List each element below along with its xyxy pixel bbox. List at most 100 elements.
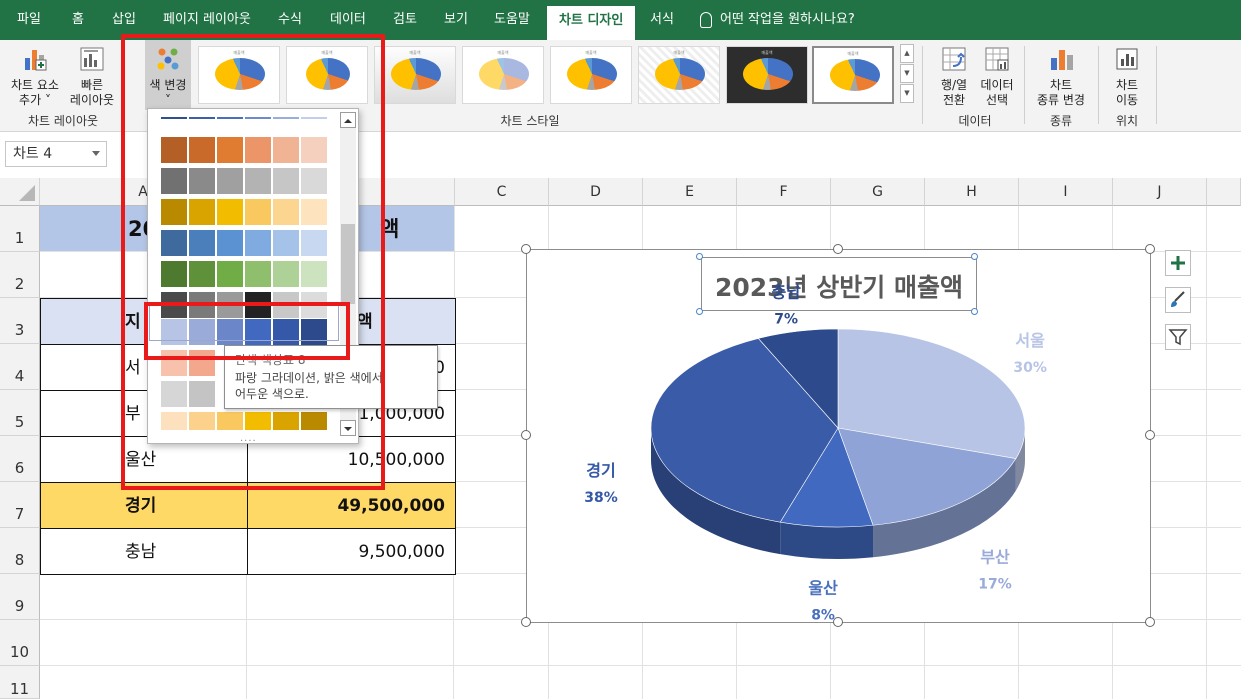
data-label-percent[interactable]: 17% [978, 576, 1012, 592]
separator [922, 46, 923, 124]
type-group-label: 종류 [1049, 114, 1073, 128]
column-header-e[interactable]: E [643, 178, 737, 206]
chart-style-8[interactable]: 매출액 [812, 46, 894, 104]
row-header-6[interactable]: 6 [0, 436, 40, 482]
more-icon[interactable]: ▼ [900, 84, 914, 103]
chart-filters-button[interactable] [1165, 324, 1191, 350]
scroll-down-icon[interactable]: ▼ [900, 64, 914, 83]
chart-style-3[interactable]: 매출액 [374, 46, 456, 104]
column-header-c[interactable]: C [455, 178, 549, 206]
cell-a8[interactable]: 충남 [40, 528, 248, 575]
annotation-red-box-outer [121, 34, 385, 490]
cell-b8[interactable]: 9,500,000 [247, 528, 456, 575]
column-header-d[interactable]: D [549, 178, 643, 206]
chart-styles-scroll[interactable]: ▲ ▼ ▼ [900, 44, 914, 104]
data-label-category[interactable]: 충남 [771, 282, 801, 301]
row-header-7[interactable]: 7 [0, 482, 40, 528]
row-header-1[interactable]: 1 [0, 206, 40, 252]
resize-handle[interactable] [1145, 617, 1155, 627]
add-chart-element-button[interactable]: 차트 요소 추가 ˅ [6, 46, 64, 108]
data-label-percent[interactable]: 30% [1013, 360, 1047, 376]
tab-view[interactable]: 보기 [444, 0, 468, 40]
scroll-up-icon[interactable]: ▲ [900, 44, 914, 63]
chart-styles-button[interactable] [1165, 287, 1191, 313]
title-handle[interactable] [971, 253, 978, 260]
tab-format[interactable]: 서식 [650, 0, 674, 40]
separator [1024, 46, 1025, 124]
data-label-category[interactable]: 경기 [586, 461, 615, 480]
resize-handle[interactable] [833, 244, 843, 254]
chart-style-4[interactable]: 매출액 [462, 46, 544, 104]
chart-style-7[interactable]: 매출액 [726, 46, 808, 104]
switch-label-1: 행/열 [940, 78, 968, 92]
name-box[interactable]: 차트 4 [5, 141, 107, 167]
quick-layout-button[interactable]: 빠른 레이아웃 [66, 46, 118, 108]
resize-handle[interactable] [1145, 244, 1155, 254]
column-header-next[interactable] [1207, 178, 1241, 206]
separator [1156, 46, 1157, 124]
move-chart-button[interactable]: 차트 이동 [1104, 46, 1150, 108]
cell-b7-text: 49,500,000 [337, 496, 445, 516]
data-label-category[interactable]: 부산 [980, 547, 1010, 566]
data-label-category[interactable]: 서울 [1015, 331, 1045, 350]
resize-handle[interactable] [833, 617, 843, 627]
empty-cells[interactable] [40, 574, 455, 699]
switch-row-column-icon [941, 46, 967, 72]
tab-chart-design[interactable]: 차트 디자인 [547, 6, 636, 40]
chevron-down-icon [92, 151, 100, 156]
separator [1098, 46, 1099, 124]
title-handle[interactable] [696, 253, 703, 260]
pie-slice-side [780, 522, 874, 559]
tab-review[interactable]: 검토 [393, 0, 417, 40]
resize-handle[interactable] [521, 430, 531, 440]
title-handle[interactable] [971, 308, 978, 315]
chart-style-6[interactable]: 매출액 [638, 46, 720, 104]
resize-handle[interactable] [1145, 430, 1155, 440]
cell-b8-text: 9,500,000 [358, 542, 445, 562]
filter-icon [1168, 329, 1188, 346]
change-chart-type-button[interactable]: 차트 종류 변경 [1030, 46, 1092, 108]
row-header-2[interactable]: 2 [0, 252, 40, 298]
column-header-g[interactable]: G [831, 178, 925, 206]
row-header-3[interactable]: 3 [0, 298, 40, 344]
pie-plot-area[interactable]: 서울 30% 부산 17% 울산 8% 경기 38% 충남 7% [527, 250, 1152, 624]
row-header-10[interactable]: 10 [0, 620, 40, 666]
tab-home[interactable]: 홈 [72, 0, 84, 40]
column-header-j[interactable]: J [1113, 178, 1207, 206]
data-group-label: 데이터 [958, 114, 992, 128]
tab-help[interactable]: 도움말 [494, 0, 530, 40]
pie-chart-object[interactable]: 2023년 상반기 매출액 서울 30% 부산 17% 울산 8% 경기 38% 충남 7% [526, 249, 1151, 623]
brush-icon [1171, 291, 1185, 307]
column-header-h[interactable]: H [925, 178, 1019, 206]
tell-me-text: 어떤 작업을 원하시나요? [720, 12, 855, 27]
cell-a8-text: 충남 [125, 542, 157, 562]
column-header-i[interactable]: I [1019, 178, 1113, 206]
data-label-percent[interactable]: 8% [811, 607, 835, 623]
annotation-red-box-inner [144, 302, 350, 360]
tab-file[interactable]: 파일 [17, 0, 41, 40]
quick-layout-label-1: 빠른 [80, 78, 104, 92]
row-header-8[interactable]: 8 [0, 528, 40, 574]
row-header-4[interactable]: 4 [0, 344, 40, 390]
row-header-5[interactable]: 5 [0, 390, 40, 436]
data-label-percent[interactable]: 7% [774, 311, 798, 327]
column-header-f[interactable]: F [737, 178, 831, 206]
chart-elements-button[interactable] [1165, 250, 1191, 276]
select-data-button[interactable]: 데이터 선택 [976, 46, 1018, 108]
title-handle[interactable] [696, 308, 703, 315]
select-data-icon [984, 46, 1010, 72]
location-group-label: 위치 [1115, 114, 1139, 128]
resize-handle[interactable] [521, 244, 531, 254]
row-header-9[interactable]: 9 [0, 574, 40, 620]
chart-style-5[interactable]: 매출액 [550, 46, 632, 104]
excel-window: 파일 홈 삽입 페이지 레이아웃 수식 데이터 검토 보기 도움말 차트 디자인… [0, 0, 1241, 699]
row-header-11[interactable]: 11 [0, 666, 40, 699]
resize-handle[interactable] [521, 617, 531, 627]
select-all-corner[interactable] [0, 178, 40, 206]
tell-me-search[interactable]: 어떤 작업을 원하시나요? [700, 0, 855, 40]
data-label-category[interactable]: 울산 [808, 578, 838, 597]
change-type-label-2: 종류 변경 [1037, 93, 1085, 107]
switch-row-column-button[interactable]: 행/열 전환 [932, 46, 976, 108]
change-type-label-1: 차트 [1049, 78, 1073, 92]
data-label-percent[interactable]: 38% [584, 490, 618, 506]
